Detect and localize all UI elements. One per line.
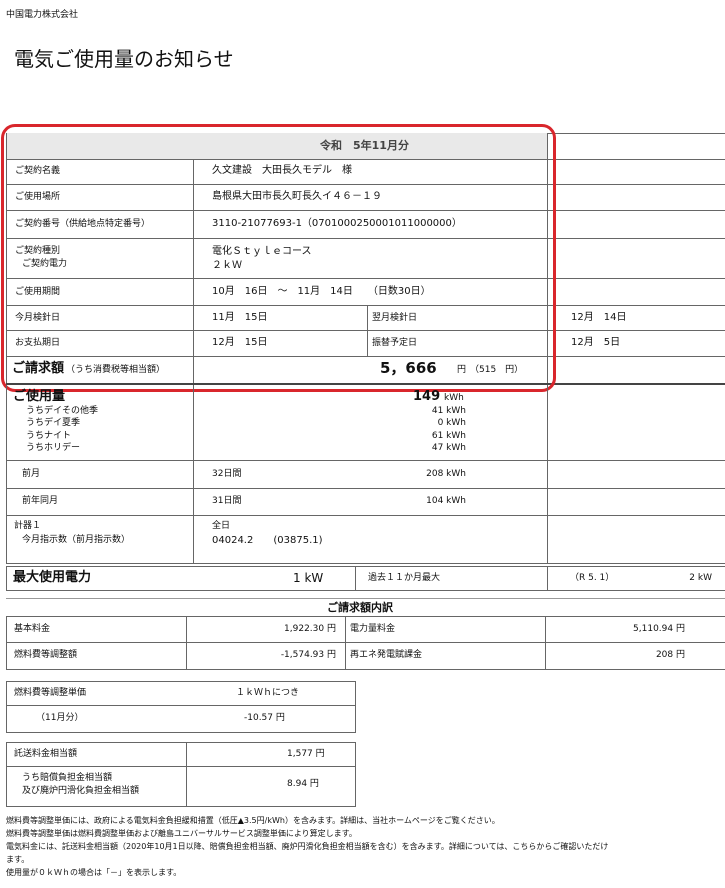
- usage-item-label: うちデイ夏季: [26, 418, 81, 428]
- renewable-levy: 208 円: [655, 650, 685, 660]
- past-max-period: （R 5. 1）: [570, 573, 615, 583]
- usage-item-value: 61 kWh: [431, 431, 466, 441]
- meter-label: 計器１: [14, 521, 42, 531]
- next-meter-date: 12月 14日: [571, 312, 627, 323]
- usage-item-label: うちナイト: [26, 431, 72, 441]
- prev-month-days: 32日間: [212, 469, 242, 479]
- highlight-frame: [1, 124, 556, 392]
- usage-label: ご使用量: [13, 389, 66, 404]
- max-power-value: 1 kW: [293, 571, 324, 585]
- basic-charge-label: 基本料金: [14, 624, 51, 634]
- fuel-unit-per: １ｋＷｈにつき: [236, 688, 300, 698]
- time-label: 全日: [212, 521, 231, 531]
- fuel-adjust: -1,574.93 円: [280, 650, 336, 660]
- note-line: ます。: [6, 855, 30, 864]
- prev-month-value: 208 kWh: [426, 469, 466, 479]
- transmission-sub-label-2: 及び廃炉円滑化負担金相当額: [22, 786, 140, 796]
- energy-charge-label: 電力量料金: [350, 624, 396, 634]
- usage-item-value: 41 kWh: [431, 406, 466, 416]
- breakdown-title: ご請求額内訳: [327, 601, 393, 614]
- max-power-label: 最大使用電力: [13, 570, 92, 585]
- usage-item-label: うちホリデー: [26, 443, 81, 453]
- usage-item-value: 0 kWh: [437, 418, 466, 428]
- transfer-date: 12月 5日: [571, 337, 621, 348]
- reading-label: 今月指示数（前月指示数）: [22, 535, 131, 545]
- usage-item-value: 47 kWh: [431, 443, 466, 453]
- energy-charge: 5,110.94 円: [633, 624, 685, 634]
- basic-charge: 1,922.30 円: [284, 624, 336, 634]
- transmission-value: 1,577 円: [287, 749, 325, 759]
- company-name: 中国電力株式会社: [6, 10, 79, 20]
- prev-year-label: 前年同月: [22, 496, 59, 506]
- fuel-unit-value: -10.57 円: [244, 713, 285, 723]
- note-line: 燃料費等調整単価には、政府による電気料金負担緩和措置（低圧▲3.5円/kWh）を…: [6, 816, 500, 825]
- usage-unit: kWh: [444, 393, 464, 403]
- note-line: 電気料金には、託送料金相当額（2020年10月1日以降、賠償負担金相当額、廃炉円…: [6, 842, 609, 851]
- note-line: 使用量が０ｋＷｈの場合は「－」を表示します。: [6, 868, 182, 877]
- transmission-sub-value: 8.94 円: [287, 779, 319, 789]
- fuel-unit-month: （11月分）: [36, 713, 84, 723]
- note-line: 燃料費等調整単価は燃料費調整単価および離島ユニバーサルサービス調整単価により算定…: [6, 829, 357, 838]
- past-max-value: 2 kW: [689, 573, 712, 583]
- fuel-unit-label: 燃料費等調整単価: [14, 688, 87, 698]
- transmission-label: 託送料金相当額: [14, 749, 78, 759]
- usage-total: 149: [413, 389, 441, 404]
- fuel-adjust-label: 燃料費等調整額: [14, 650, 78, 660]
- past-max-label: 過去１１か月最大: [368, 573, 441, 583]
- prev-year-value: 104 kWh: [426, 496, 466, 506]
- meter-reading: 04024.2 (03875.1): [212, 535, 323, 546]
- prev-year-days: 31日間: [212, 496, 242, 506]
- page-title: 電気ご使用量のお知らせ: [14, 47, 234, 71]
- prev-month-label: 前月: [22, 469, 41, 479]
- usage-item-label: うちデイその他季: [26, 406, 99, 416]
- transmission-sub-label: うち賠償負担金相当額: [22, 773, 113, 783]
- renewable-levy-label: 再エネ発電賦課金: [350, 650, 423, 660]
